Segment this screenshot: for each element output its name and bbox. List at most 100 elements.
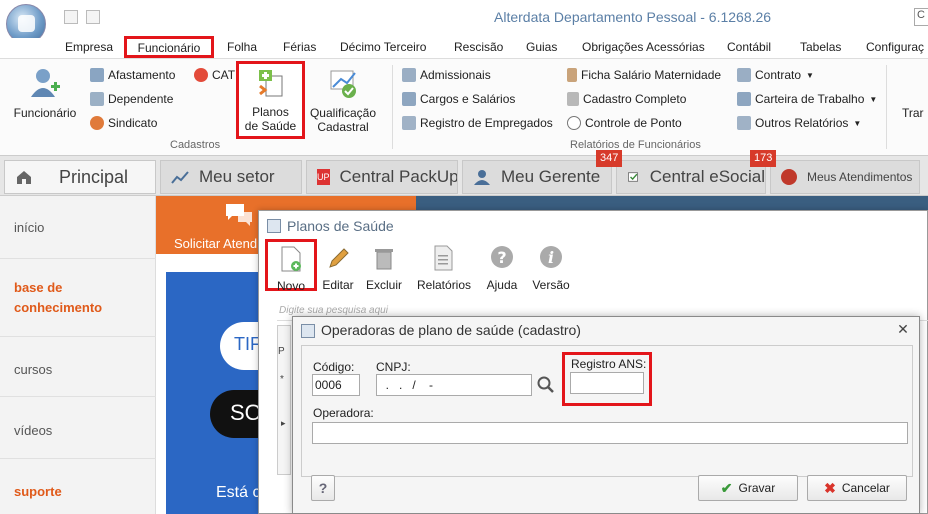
tab-guias[interactable]: Guias: [526, 40, 557, 54]
cnpj-label: CNPJ:: [376, 360, 411, 374]
tab-esocial-label: Central eSocial: [649, 167, 765, 186]
report-document-icon: [434, 245, 453, 271]
planos-label-line2: de Saúde: [244, 119, 297, 133]
admissionais-button[interactable]: Admissionais: [402, 68, 491, 82]
relatorios-label: Relatórios: [417, 278, 472, 292]
tab-contabil[interactable]: Contábil: [727, 40, 771, 54]
tab-meu-setor[interactable]: Meu setor: [160, 160, 302, 194]
tab-tabelas[interactable]: Tabelas: [800, 40, 841, 54]
cnpj-input[interactable]: [376, 374, 532, 396]
funcionario-label: Funcionário: [13, 106, 77, 120]
grid-header-p: P: [278, 346, 285, 357]
group-separator: [886, 65, 887, 149]
ajuda-button[interactable]: ? Ajuda: [485, 245, 519, 292]
grid-icon[interactable]: [64, 10, 78, 24]
planos-de-saude-button[interactable]: Planos de Saúde: [236, 61, 305, 139]
tab-meu-gerente[interactable]: Meu Gerente: [462, 160, 612, 194]
qualificacao-label-line1: Qualificação: [309, 106, 377, 120]
search-icon[interactable]: [536, 374, 556, 396]
workspace-tab-strip: Principal Meu setor UP Central PackUp Me…: [0, 156, 928, 196]
tab-central-packup[interactable]: UP Central PackUp: [306, 160, 458, 194]
nav-divider: [0, 396, 156, 397]
afastamento-button[interactable]: Afastamento: [90, 68, 175, 82]
info-icon: i: [540, 246, 562, 268]
nav-base-conhecimento-line1[interactable]: base de: [14, 280, 62, 295]
operadora-input[interactable]: [312, 422, 908, 444]
grid-row-arrow: ▸: [281, 418, 286, 428]
new-document-icon: [281, 246, 301, 272]
nav-inicio[interactable]: início: [14, 220, 44, 235]
editar-label: Editar: [322, 278, 354, 292]
tab-empresa[interactable]: Empresa: [65, 40, 113, 54]
ficha-label: Ficha Salário Maternidade: [581, 68, 722, 82]
help-icon: ?: [491, 246, 513, 268]
planos-label-line1: Planos: [252, 105, 289, 119]
banner-text: Solicitar Atend: [174, 236, 258, 251]
tab-funcionario[interactable]: Funcionário: [124, 36, 214, 58]
tab-obrigacoes[interactable]: Obrigações Acessórias: [582, 40, 705, 54]
nav-videos[interactable]: vídeos: [14, 423, 52, 438]
advertisement-panel[interactable]: TIF SO Está c: [166, 272, 266, 514]
close-icon[interactable]: ✕: [895, 321, 911, 337]
tab-ferias[interactable]: Férias: [283, 40, 316, 54]
window-icon[interactable]: [86, 10, 100, 24]
controle-ponto-button[interactable]: Controle de Ponto: [567, 116, 682, 130]
nav-suporte[interactable]: suporte: [14, 484, 62, 499]
operadora-label: Operadora:: [313, 406, 374, 420]
tab-principal[interactable]: Principal: [4, 160, 156, 194]
report-icon: [402, 68, 416, 82]
partial-ribbon-item[interactable]: Trar: [902, 106, 924, 120]
chart-icon: [171, 171, 189, 184]
dependente-label: Dependente: [108, 92, 174, 106]
registro-label: Registro de Empregados: [420, 116, 553, 130]
qualificacao-cadastral-button[interactable]: Qualificação Cadastral: [306, 67, 380, 134]
registro-ans-input[interactable]: [570, 372, 644, 394]
cancelar-label: Cancelar: [841, 481, 890, 495]
tab-gerente-label: Meu Gerente: [501, 167, 601, 186]
clock-icon: [567, 116, 581, 130]
nav-divider: [0, 258, 156, 259]
gravar-button[interactable]: ✔ Gravar: [698, 475, 798, 501]
codigo-input[interactable]: [312, 374, 360, 396]
excluir-button[interactable]: Excluir: [365, 245, 403, 292]
grid-new-row-marker: *: [280, 374, 284, 385]
registro-empregados-button[interactable]: Registro de Empregados: [402, 116, 553, 130]
sindicato-button[interactable]: Sindicato: [90, 116, 157, 130]
tab-rescisao[interactable]: Rescisão: [454, 40, 503, 54]
novo-button[interactable]: Novo: [265, 239, 317, 293]
window-control-icon[interactable]: C: [914, 8, 928, 26]
carteira-label: Carteira de Trabalho: [755, 92, 865, 106]
relatorios-button[interactable]: Relatórios: [417, 245, 472, 292]
help-button[interactable]: ?: [311, 475, 335, 501]
funcionario-button[interactable]: Funcionário: [10, 67, 80, 120]
ficha-maternidade-button[interactable]: Ficha Salário Maternidade: [567, 68, 721, 82]
versao-button[interactable]: i Versão: [531, 245, 571, 292]
dependente-button[interactable]: Dependente: [90, 92, 173, 106]
cancelar-button[interactable]: ✖ Cancelar: [807, 475, 907, 501]
tab-packup-label: Central PackUp: [339, 167, 458, 186]
home-icon: [17, 171, 31, 184]
gravar-label: Gravar: [738, 481, 776, 495]
tab-decimo-terceiro[interactable]: Décimo Terceiro: [340, 40, 426, 54]
carteira-trabalho-dropdown[interactable]: Carteira de Trabalho ▼: [737, 92, 877, 106]
packup-icon: UP: [317, 169, 330, 185]
cat-button[interactable]: CAT: [194, 68, 235, 82]
ribbon: Funcionário Afastamento Dependente Sindi…: [0, 58, 928, 156]
menu-bar: Empresa Funcionário Folha Férias Décimo …: [0, 36, 928, 58]
tab-central-esocial[interactable]: Central eSocial: [616, 160, 766, 194]
tab-meus-atendimentos[interactable]: Meus Atendimentos: [770, 160, 920, 194]
tab-folha[interactable]: Folha: [227, 40, 257, 54]
nav-cursos[interactable]: cursos: [14, 362, 52, 377]
contrato-dropdown[interactable]: Contrato ▼: [737, 68, 814, 82]
cargos-salarios-button[interactable]: Cargos e Salários: [402, 92, 515, 106]
editar-button[interactable]: Editar: [321, 245, 355, 292]
cargos-label: Cargos e Salários: [420, 92, 516, 106]
nav-base-conhecimento-line2[interactable]: conhecimento: [14, 300, 102, 315]
tab-configuracoes[interactable]: Configuraç: [866, 40, 924, 54]
outros-relatorios-dropdown[interactable]: Outros Relatórios ▼: [737, 116, 861, 130]
tab-atendimentos-label: Meus Atendimentos: [807, 170, 913, 184]
document-icon: [567, 92, 579, 106]
user-add-icon: [31, 69, 60, 97]
cadastro-completo-button[interactable]: Cadastro Completo: [567, 92, 686, 106]
registro-ans-label: Registro ANS:: [571, 357, 647, 371]
